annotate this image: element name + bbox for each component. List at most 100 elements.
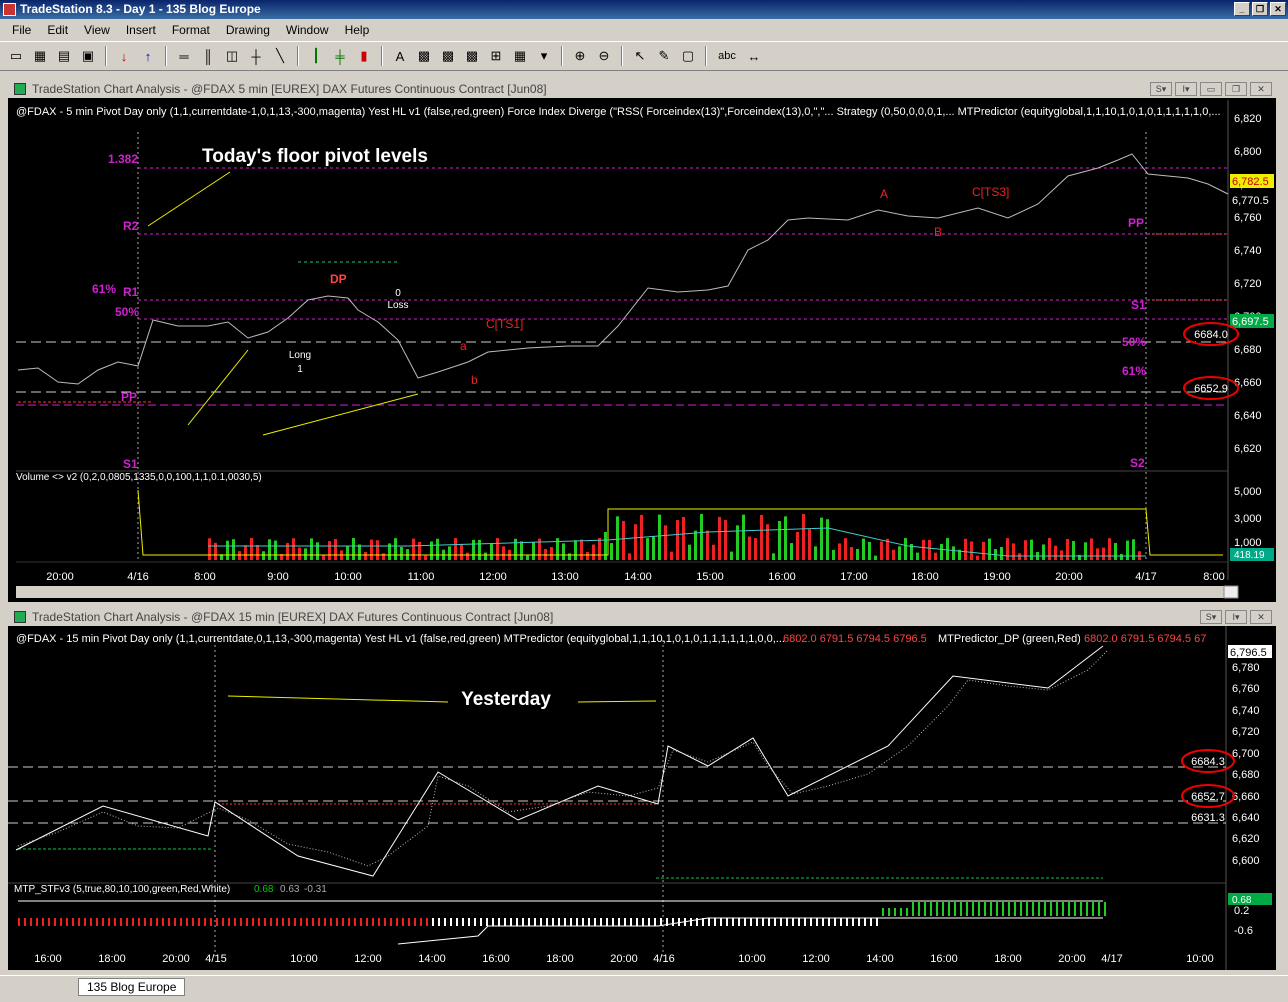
volume-bar (1084, 542, 1087, 560)
osc-bar (252, 918, 254, 926)
volume-bar (790, 543, 793, 560)
pivot-annotation: Today's floor pivot levels (202, 146, 428, 167)
line-icon[interactable]: ╲ (270, 46, 290, 66)
workspace-tab[interactable]: 135 Blog Europe (78, 978, 186, 996)
pointer-icon[interactable]: ↖ (630, 46, 650, 66)
s-menu-button-2[interactable]: S▾ (1200, 610, 1222, 624)
horizontal-scrollbar[interactable] (16, 586, 1226, 598)
sub-close-button-2[interactable]: ✕ (1250, 610, 1272, 624)
osc-bar (288, 918, 290, 926)
osc-bar (798, 918, 800, 926)
osc-bar (24, 918, 26, 926)
sub-minimize-button[interactable]: ▭ (1200, 82, 1222, 96)
osc-bar (756, 918, 758, 926)
open-icon[interactable]: ▤ (54, 46, 74, 66)
osc-bar (558, 918, 560, 926)
osc-value-1: 0.68 (254, 884, 274, 895)
sell-arrow-icon[interactable]: ↓ (114, 46, 134, 66)
osc-bar (228, 918, 230, 926)
menu-format[interactable]: Format (164, 23, 218, 37)
grid2-icon[interactable]: ▩ (438, 46, 458, 66)
crosshair-icon[interactable]: ┼ (246, 46, 266, 66)
volume-bar (256, 545, 259, 560)
sub-restore-button[interactable]: ❐ (1225, 82, 1247, 96)
scanner-icon[interactable]: ⊞ (486, 46, 506, 66)
s-menu-button[interactable]: S▾ (1150, 82, 1172, 96)
vertical-line-icon[interactable]: ║ (198, 46, 218, 66)
zoom-in-icon[interactable]: ⊕ (570, 46, 590, 66)
osc-bar (660, 918, 662, 926)
price-tick: 6,640 (1232, 812, 1260, 824)
osc-bar (678, 918, 680, 926)
app-title: TradeStation 8.3 - Day 1 - 135 Blog Euro… (20, 2, 261, 16)
window-title-text-2: TradeStation Chart Analysis - @FDAX 15 m… (32, 610, 554, 624)
minimize-button[interactable]: _ (1234, 2, 1250, 16)
ohlc-icon[interactable]: ╪ (330, 46, 350, 66)
layout-icon[interactable]: ▦ (30, 46, 50, 66)
osc-bar (588, 918, 590, 926)
osc-bar (264, 918, 266, 926)
i-menu-button[interactable]: I▾ (1175, 82, 1197, 96)
volume-bar (730, 551, 733, 560)
chat-icon[interactable]: ▢ (678, 46, 698, 66)
cts3-label: C[TS3] (972, 185, 1009, 199)
maximize-button[interactable]: ❐ (1252, 2, 1268, 16)
volume-bar (208, 538, 211, 560)
price-tick: 6,820 (1234, 113, 1262, 125)
volume-bar (418, 541, 421, 560)
order-icon[interactable]: ✎ (654, 46, 674, 66)
volume-bar (430, 541, 433, 560)
bar-chart-icon[interactable]: ┃ (306, 46, 326, 66)
right-label-s1: S1 (1131, 298, 1146, 312)
osc-bar (282, 918, 284, 926)
osc-value-2: 0.63 (280, 884, 300, 895)
volume-bar (568, 553, 571, 560)
pattern-icon[interactable]: ▦ (510, 46, 530, 66)
time-tick: 11:00 (408, 571, 435, 583)
chart-15min-canvas[interactable]: @FDAX - 15 min Pivot Day only (1,1,curre… (8, 626, 1276, 970)
menu-help[interactable]: Help (337, 23, 378, 37)
B-label: B (934, 225, 942, 239)
volume-bar (742, 514, 745, 560)
scrollbar-thumb[interactable] (1223, 585, 1239, 599)
osc-bar (792, 918, 794, 926)
menu-file[interactable]: File (4, 23, 39, 37)
menu-drawing[interactable]: Drawing (218, 23, 278, 37)
chart-window-5min: TradeStation Chart Analysis - @FDAX 5 mi… (6, 78, 1278, 604)
arrows-icon[interactable]: ↔ (744, 46, 764, 66)
split-icon[interactable]: ◫ (222, 46, 242, 66)
menu-insert[interactable]: Insert (118, 23, 164, 37)
horizontal-line-icon[interactable]: ═ (174, 46, 194, 66)
chart-5min-canvas[interactable]: DP 0 Loss Long 1 C[TS1] a b A B C[TS3] T… (8, 100, 1276, 600)
osc-bar (240, 918, 242, 926)
buy-arrow-icon[interactable]: ↑ (138, 46, 158, 66)
save-icon[interactable]: ▣ (78, 46, 98, 66)
volume-bar (460, 543, 463, 560)
close-button[interactable]: ✕ (1270, 2, 1286, 16)
menu-view[interactable]: View (76, 23, 118, 37)
osc-bar (36, 918, 38, 926)
dropdown-icon[interactable]: ▾ (534, 46, 554, 66)
zoom-out-icon[interactable]: ⊖ (594, 46, 614, 66)
text-tool-icon[interactable]: abc (714, 46, 740, 66)
analysis-icon[interactable]: A (390, 46, 410, 66)
right-label-s2: S2 (1130, 456, 1145, 470)
sub-close-button[interactable]: ✕ (1250, 82, 1272, 96)
osc-bar (720, 918, 722, 926)
menu-edit[interactable]: Edit (39, 23, 76, 37)
volume-bar (862, 538, 865, 560)
menu-window[interactable]: Window (278, 23, 337, 37)
osc-bar (168, 918, 170, 926)
grid3-icon[interactable]: ▩ (462, 46, 482, 66)
yesterday-arrow-right (577, 700, 657, 703)
grid-icon[interactable]: ▩ (414, 46, 434, 66)
volume-bar (946, 538, 949, 560)
candle-icon[interactable]: ▮ (354, 46, 374, 66)
osc-bar (234, 918, 236, 926)
volume-bar (856, 549, 859, 560)
volume-bar (328, 541, 331, 560)
new-icon[interactable]: ▭ (6, 46, 26, 66)
osc-bar (1098, 902, 1100, 916)
i-menu-button-2[interactable]: I▾ (1225, 610, 1247, 624)
volume-bar (514, 538, 517, 560)
